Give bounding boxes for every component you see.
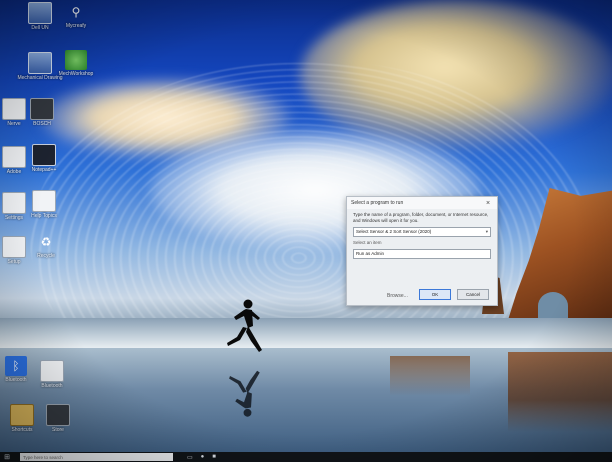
dialog-titlebar[interactable]: Select a program to run × — [347, 197, 497, 209]
desktop-icon-label: Setup — [7, 259, 21, 265]
desktop-icon-setup[interactable]: Setup — [0, 236, 34, 265]
dialog-message: Type the name of a program, folder, docu… — [353, 212, 489, 223]
taskbar-search-input[interactable]: Type here to search — [20, 453, 173, 461]
desktop: Dell UN ⚲ Mycreafy Mechanical Drawing Me… — [0, 0, 612, 452]
desktop-icon-adobe[interactable]: Adobe — [0, 146, 34, 175]
file-explorer-icon[interactable]: ■ — [212, 454, 216, 461]
wallpaper-sea — [0, 318, 612, 348]
cancel-button[interactable]: Cancel — [457, 289, 489, 300]
desktop-icon-label: Dell UN — [31, 25, 49, 31]
green-app-icon — [65, 50, 87, 70]
desktop-icon-store[interactable]: Store — [38, 404, 78, 433]
wallpaper-cliff-arch — [538, 292, 568, 320]
browser-icon[interactable]: ● — [201, 454, 205, 461]
desktop-icon-label: Adobe — [6, 169, 22, 175]
desktop-icon-shortcuts[interactable]: Shortcuts — [2, 404, 42, 433]
document-icon — [2, 236, 26, 258]
chevron-down-icon[interactable]: ▾ — [486, 228, 488, 236]
bluetooth-icon: ᛒ — [5, 356, 27, 376]
windows-start-icon[interactable]: ⊞ — [0, 452, 14, 462]
usb-tool-icon: ⚲ — [71, 5, 81, 19]
desktop-icon-label: Mycreafy — [65, 23, 87, 29]
desktop-icon-label: Notepad++ — [31, 167, 57, 173]
wallpaper-reflection — [390, 356, 470, 396]
desktop-icon-label: Settings — [4, 215, 24, 221]
document-icon — [2, 146, 26, 168]
circuit-board-icon — [32, 144, 56, 166]
taskbar-apps: ▭ ● ■ — [187, 454, 216, 461]
folder-icon — [10, 404, 34, 426]
desktop-icon-settings[interactable]: Settings — [0, 192, 34, 221]
ok-button[interactable]: OK — [419, 289, 451, 300]
wallpaper-reflection — [508, 352, 612, 432]
runner-reflection — [229, 370, 260, 417]
desktop-icon-label: Store — [52, 427, 64, 433]
run-option-field[interactable]: Run as Admin — [353, 249, 491, 259]
desktop-icon-label: Bluetooth — [41, 383, 63, 389]
dark-app-icon — [46, 404, 70, 426]
desktop-icon-label: Bluetooth — [5, 377, 27, 383]
document-icon — [40, 360, 64, 382]
desktop-icon-label: Help Topics — [31, 213, 57, 219]
desktop-icon-mechworkshop[interactable]: MechWorkshop — [56, 50, 96, 77]
desktop-icon-bosch[interactable]: BOSCH — [22, 98, 62, 127]
search-placeholder: Type here to search — [23, 454, 63, 460]
runner-silhouette — [227, 299, 262, 352]
monitor-app-icon — [28, 52, 52, 74]
desktop-icon-mycreafy[interactable]: ⚲ Mycreafy — [56, 2, 96, 29]
desktop-icon-bluetooth[interactable]: ᛒ Bluetooth — [0, 356, 36, 383]
recycle-bin-icon: ♻ — [40, 235, 52, 249]
document-icon — [2, 192, 26, 214]
desktop-icon-label: Nerve — [7, 121, 21, 127]
task-view-icon[interactable]: ▭ — [187, 454, 193, 461]
program-select-value: Select Sensor & 2 Sort Sensor (2020) — [356, 229, 432, 234]
taskbar: ⊞ Type here to search ▭ ● ■ — [0, 452, 612, 462]
field-hint: Select an item — [353, 240, 382, 245]
program-select-field[interactable]: Select Sensor & 2 Sort Sensor (2020) ▾ — [353, 227, 491, 237]
dialog-title: Select a program to run — [351, 200, 404, 206]
desktop-icon-label: MechWorkshop — [58, 71, 94, 77]
run-dialog: Select a program to run × Type the name … — [346, 196, 498, 306]
dark-app-icon — [30, 98, 54, 120]
desktop-icon-mechanical-drawing[interactable]: Mechanical Drawing — [17, 52, 63, 81]
desktop-icon-label: BOSCH — [33, 121, 51, 127]
run-option-label: Run as Admin — [356, 251, 385, 256]
monitor-app-icon — [28, 2, 52, 24]
desktop-icon-label: Shortcuts — [11, 427, 33, 433]
desktop-icon-dell[interactable]: Dell UN — [20, 2, 60, 31]
desktop-icon-bluetooth-doc[interactable]: Bluetooth — [32, 360, 72, 389]
desktop-icon-label: Recycle — [37, 253, 55, 259]
document-icon — [32, 190, 56, 212]
close-icon[interactable]: × — [483, 200, 493, 207]
